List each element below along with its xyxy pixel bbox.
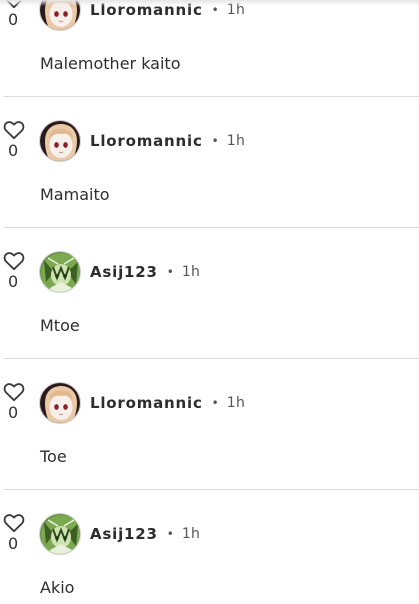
like-count: 0 <box>8 534 19 553</box>
comment-text: Malemother kaito <box>40 54 181 73</box>
username[interactable]: Asij123 <box>90 262 158 282</box>
timestamp: 1h <box>226 133 246 149</box>
avatar[interactable] <box>39 251 81 293</box>
comment-text: Akio <box>40 578 75 597</box>
like-count: 0 <box>8 272 19 291</box>
comment-meta: Lloromannic • 1h <box>90 131 245 151</box>
comment-meta: Lloromannic • 1h <box>90 393 245 413</box>
heart-icon[interactable] <box>3 0 25 9</box>
timestamp: 1h <box>181 526 201 542</box>
comment-feed: 0 Lloromannic • 1h Malemother kaito 0 Ll… <box>0 0 419 604</box>
comment-text: Mtoe <box>40 316 80 335</box>
username[interactable]: Asij123 <box>90 524 158 544</box>
timestamp: 1h <box>226 2 246 18</box>
comment-text: Toe <box>40 447 67 466</box>
username[interactable]: Lloromannic <box>90 0 203 20</box>
comment-meta: Asij123 • 1h <box>90 262 200 282</box>
avatar[interactable] <box>39 382 81 424</box>
username[interactable]: Lloromannic <box>90 131 203 151</box>
username[interactable]: Lloromannic <box>90 393 203 413</box>
heart-icon[interactable] <box>3 513 25 533</box>
separator-dot: • <box>166 265 174 279</box>
comment-item: 0 Lloromannic • 1h Toe <box>0 359 419 490</box>
timestamp: 1h <box>226 395 246 411</box>
separator-dot: • <box>211 396 219 410</box>
comment-meta: Lloromannic • 1h <box>90 0 245 20</box>
heart-icon[interactable] <box>3 251 25 271</box>
separator-dot: • <box>211 3 219 17</box>
avatar[interactable] <box>39 513 81 555</box>
heart-icon[interactable] <box>3 382 25 402</box>
separator-dot: • <box>166 527 174 541</box>
comment-item: 0 Lloromannic • 1h Malemother kaito <box>0 0 419 97</box>
avatar[interactable] <box>39 0 81 31</box>
like-count: 0 <box>8 141 19 160</box>
timestamp: 1h <box>181 264 201 280</box>
comment-item: 0 Asij123 • 1h Mtoe <box>0 228 419 359</box>
comment-meta: Asij123 • 1h <box>90 524 200 544</box>
comment-item: 0 Lloromannic • 1h Mamaito <box>0 97 419 228</box>
comment-text: Mamaito <box>40 185 110 204</box>
like-count: 0 <box>8 403 19 422</box>
comment-item: 0 Asij123 • 1h Akio <box>0 490 419 604</box>
like-count: 0 <box>8 10 19 29</box>
heart-icon[interactable] <box>3 120 25 140</box>
separator-dot: • <box>211 134 219 148</box>
avatar[interactable] <box>39 120 81 162</box>
